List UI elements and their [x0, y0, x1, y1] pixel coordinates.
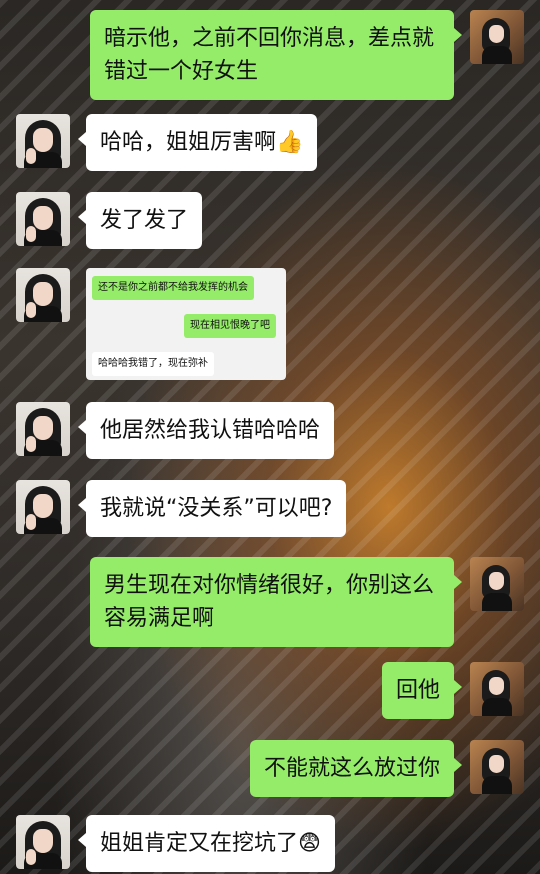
message-row: 我就说“没关系”可以吧? — [0, 480, 540, 537]
message-text: 发了发了 — [100, 208, 189, 233]
screenshot-message-text: 现在相见恨晚了吧 — [190, 320, 270, 331]
screenshot-message: 还不是你之前都不给我发挥的机会 — [92, 276, 254, 300]
my-message-bubble[interactable]: 暗示他，之前不回你消息，差点就错过一个好女生 — [90, 10, 462, 100]
avatar-hand — [26, 226, 36, 242]
avatar-face — [489, 677, 504, 695]
avatar-face — [489, 572, 504, 590]
avatar-hand — [26, 148, 36, 164]
avatar-face — [33, 494, 53, 518]
message-text: 不能就这么放过你 — [263, 756, 440, 781]
message-text: 男生现在对你情绪很好，你别这么容易满足啊 — [104, 573, 435, 631]
avatar-face — [33, 829, 53, 853]
message-row: 男生现在对你情绪很好，你别这么容易满足啊 — [0, 557, 540, 647]
message-row: 不能就这么放过你 — [0, 740, 540, 797]
contact-avatar[interactable] — [16, 192, 70, 246]
my-avatar[interactable] — [470, 662, 524, 716]
my-avatar[interactable] — [470, 740, 524, 794]
thumbs-up-icon: 👍 — [276, 130, 304, 155]
avatar-hand — [26, 849, 36, 865]
message-row: 哈哈，姐姐厉害啊👍 — [0, 114, 540, 171]
contact-avatar[interactable] — [16, 402, 70, 456]
message-text: 哈哈，姐姐厉害啊 — [100, 130, 277, 155]
screenshot-image-message[interactable]: 还不是你之前都不给我发挥的机会 现在相见恨晚了吧 哈哈哈我错了，现在弥补 — [86, 268, 286, 380]
contact-avatar[interactable] — [16, 480, 70, 534]
message-text: 暗示他，之前不回你消息，差点就错过一个好女生 — [104, 26, 435, 84]
my-message-bubble[interactable]: 不能就这么放过你 — [249, 740, 463, 797]
message-text: 他居然给我认错哈哈哈 — [100, 418, 321, 443]
avatar-body — [482, 593, 512, 611]
avatar-face — [33, 416, 53, 440]
message-row: 发了发了 — [0, 192, 540, 249]
avatar-face — [489, 25, 504, 43]
my-message-bubble[interactable]: 男生现在对你情绪很好，你别这么容易满足啊 — [90, 557, 462, 647]
contact-message-bubble[interactable]: 发了发了 — [77, 192, 203, 249]
avatar-body — [482, 698, 512, 716]
avatar-face — [489, 755, 504, 773]
avatar-hand — [26, 302, 36, 318]
message-row: 回他 — [0, 662, 540, 719]
screenshot-message-text: 还不是你之前都不给我发挥的机会 — [98, 282, 248, 293]
contact-message-bubble[interactable]: 姐姐肯定又在挖坑了😨 — [78, 815, 335, 872]
avatar-face — [33, 282, 53, 306]
screenshot-message: 哈哈哈我错了，现在弥补 — [92, 352, 214, 376]
message-row: 暗示他，之前不回你消息，差点就错过一个好女生 — [0, 10, 540, 100]
message-text: 我就说“没关系”可以吧? — [100, 496, 333, 521]
contact-message-bubble[interactable]: 我就说“没关系”可以吧? — [77, 480, 347, 537]
screenshot-message-text: 哈哈哈我错了，现在弥补 — [98, 358, 208, 369]
screenshot-message: 现在相见恨晚了吧 — [184, 314, 276, 338]
contact-message-bubble[interactable]: 哈哈，姐姐厉害啊👍 — [77, 114, 318, 171]
message-text: 回他 — [395, 678, 440, 703]
message-text: 姐姐肯定又在挖坑了 — [100, 831, 299, 856]
contact-message-bubble[interactable]: 他居然给我认错哈哈哈 — [77, 402, 335, 459]
avatar-hand — [26, 514, 36, 530]
avatar-face — [33, 128, 53, 152]
contact-avatar[interactable] — [16, 815, 70, 869]
contact-avatar[interactable] — [16, 268, 70, 322]
scared-face-icon: 😨 — [298, 831, 321, 856]
avatar-face — [33, 206, 53, 230]
avatar-body — [482, 46, 512, 64]
my-message-bubble[interactable]: 回他 — [381, 662, 463, 719]
my-avatar[interactable] — [470, 10, 524, 64]
message-row: 他居然给我认错哈哈哈 — [0, 402, 540, 459]
message-row: 姐姐肯定又在挖坑了😨 — [0, 815, 540, 872]
my-avatar[interactable] — [470, 557, 524, 611]
contact-avatar[interactable] — [16, 114, 70, 168]
avatar-body — [482, 776, 512, 794]
avatar-hand — [26, 436, 36, 452]
